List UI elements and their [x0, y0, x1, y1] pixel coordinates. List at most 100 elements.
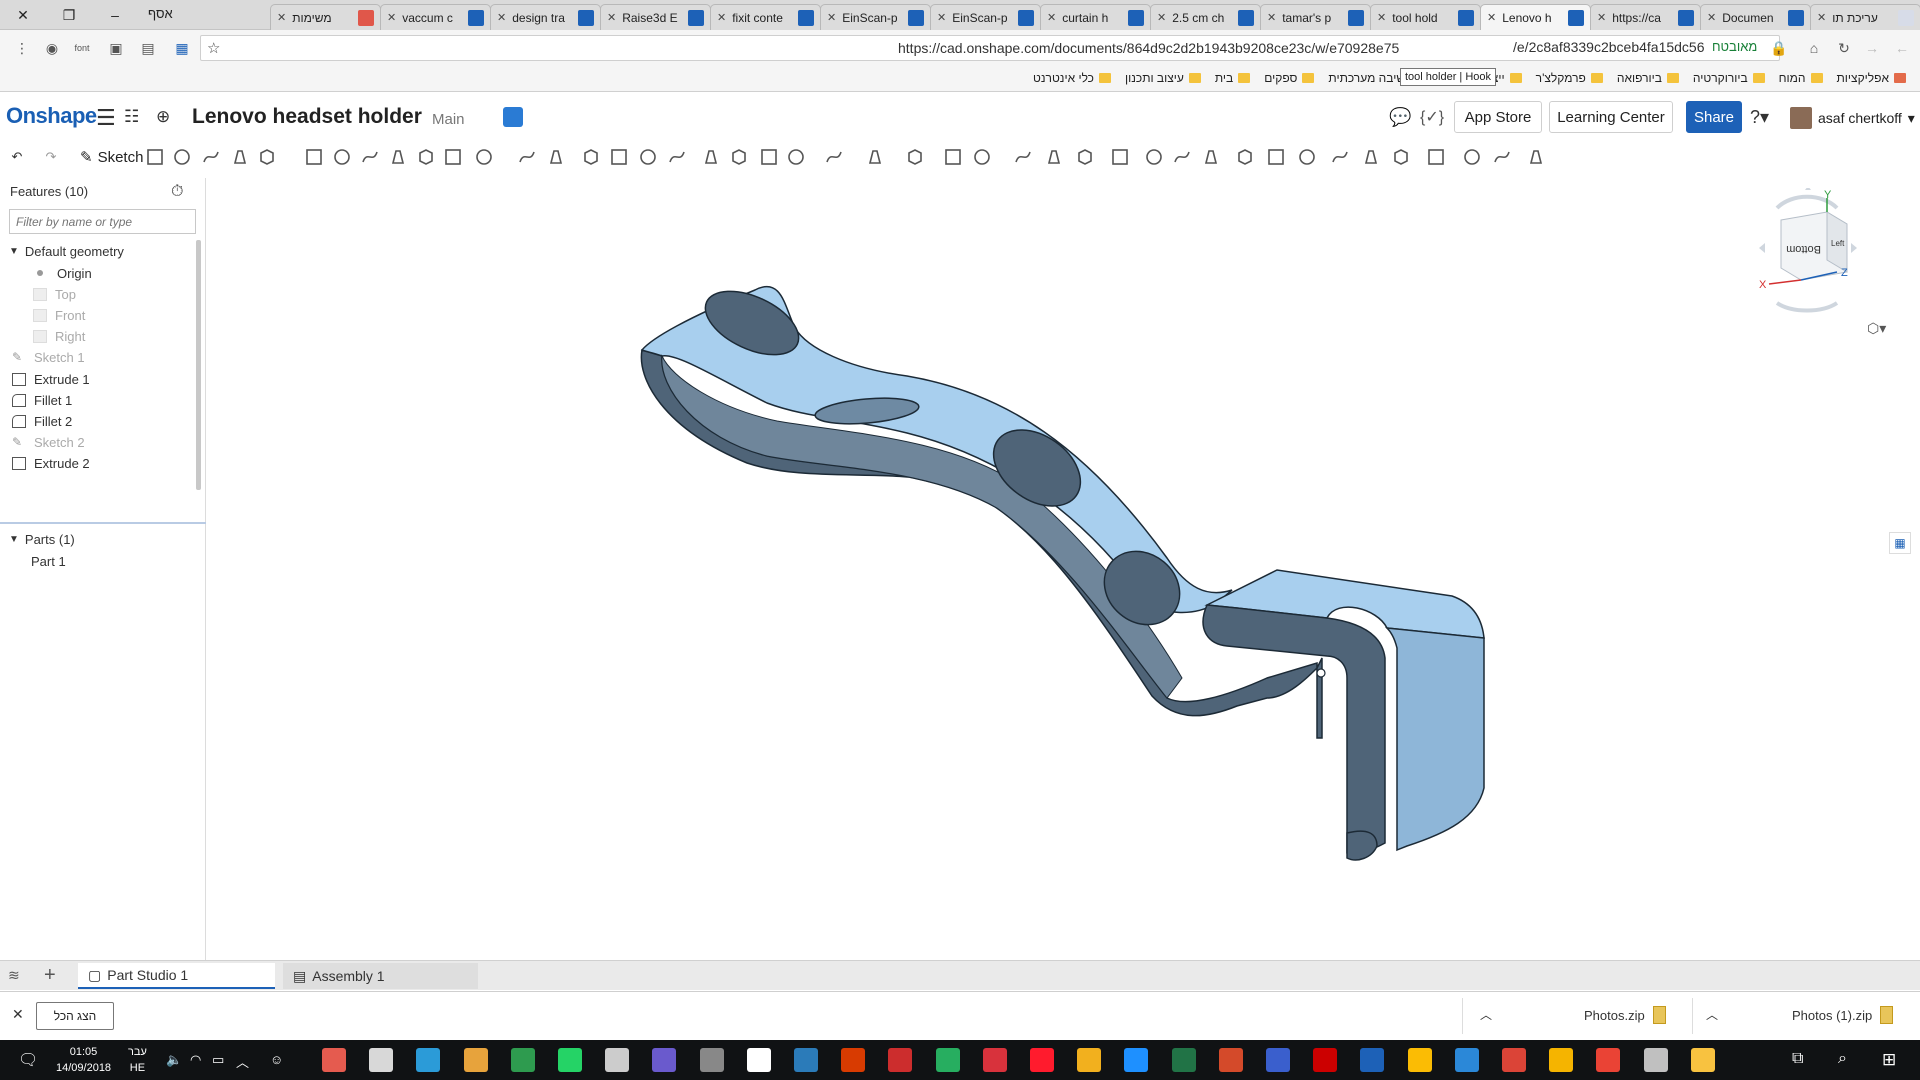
download-item[interactable]: Photos.zip [1584, 1006, 1666, 1024]
bookmark-item[interactable]: ביורוקרטיה [1693, 71, 1765, 85]
3d-model-hook[interactable] [207, 178, 1920, 960]
taskbar-app-icon[interactable] [463, 1048, 488, 1072]
tab-close-icon[interactable]: ✕ [827, 11, 836, 24]
taskbar-app-icon[interactable] [746, 1048, 771, 1072]
graphics-viewport[interactable]: Bottom Left X Y Z ⬡▾ ▦ [207, 178, 1920, 960]
toolbar-tool-icon[interactable] [415, 146, 437, 168]
toolbar-tool-icon[interactable] [1043, 146, 1065, 168]
toolbar-tool-icon[interactable] [387, 146, 409, 168]
panel-divider[interactable] [0, 522, 206, 524]
taskbar-app-icon[interactable] [1407, 1048, 1432, 1072]
taskbar-app-icon[interactable] [558, 1048, 582, 1072]
browser-tab[interactable]: ✕ vaccum c [380, 4, 491, 30]
taskbar-app-icon[interactable] [794, 1048, 818, 1072]
download-item[interactable]: Photos (1).zip [1792, 1006, 1894, 1024]
onshape-logo[interactable]: Onshape [6, 103, 97, 129]
feature-item[interactable]: Right [33, 326, 85, 348]
workspace-label[interactable]: Main [432, 111, 465, 128]
notifications-icon[interactable]: 🗨 [18, 1050, 38, 1070]
view-cube[interactable]: Bottom Left X Y Z [1747, 188, 1867, 318]
browser-tab[interactable]: ✕ עריכת תו [1810, 4, 1920, 30]
taskbar-app-icon[interactable] [841, 1048, 866, 1072]
toolbar-tool-icon[interactable] [1390, 146, 1412, 168]
home-icon[interactable]: ⌂ [1804, 38, 1824, 58]
app-store-button[interactable]: App Store [1454, 101, 1542, 133]
feature-item[interactable]: ✎ Sketch 1 [12, 347, 85, 369]
feature-item[interactable]: Fillet 1 [12, 389, 72, 411]
toolbar-tool-icon[interactable] [971, 146, 993, 168]
taskbar-app-icon[interactable] [1360, 1048, 1385, 1072]
appearance-panel-icon[interactable]: ▦ [1889, 532, 1911, 554]
tab-close-icon[interactable]: ✕ [937, 11, 946, 24]
view-options-cube-icon[interactable]: ⬡▾ [1867, 320, 1886, 337]
browser-tab[interactable]: ✕ משימות [270, 4, 381, 30]
rollback-timer-icon[interactable]: ⏱ [171, 183, 183, 201]
toolbar-tool-icon[interactable] [580, 146, 602, 168]
toolbar-tool-icon[interactable] [1012, 146, 1034, 168]
forward-icon[interactable]: → [1862, 38, 1882, 58]
taskbar-app-icon[interactable] [699, 1048, 724, 1072]
taskbar-app-icon[interactable] [1266, 1048, 1290, 1072]
browser-tab[interactable]: ✕ https://ca [1590, 4, 1701, 30]
calendar-extension-icon[interactable]: ▦ [172, 38, 192, 58]
taskbar-app-icon[interactable] [1690, 1048, 1715, 1072]
taskbar-app-icon[interactable] [1171, 1048, 1196, 1072]
tab-close-icon[interactable]: ✕ [1047, 11, 1056, 24]
bookmark-item[interactable]: ביורפואה [1617, 71, 1679, 85]
viewcube-face-label[interactable]: Bottom [1786, 243, 1821, 255]
toolbar-tool-icon[interactable] [144, 146, 166, 168]
redo-icon[interactable]: ↷ [40, 146, 62, 168]
toolbar-tool-icon[interactable] [1234, 146, 1256, 168]
taskbar-app-icon[interactable] [1124, 1048, 1149, 1072]
taskbar-app-icon[interactable] [1030, 1048, 1054, 1072]
taskbar-app-icon[interactable] [1313, 1048, 1338, 1072]
feature-item[interactable]: Top [33, 283, 76, 305]
tab-close-icon[interactable]: ✕ [1817, 11, 1826, 24]
taskbar-app-icon[interactable] [605, 1048, 630, 1072]
tab-close-icon[interactable]: ✕ [277, 11, 286, 24]
minimize-window-icon[interactable]: – [92, 0, 138, 30]
taskbar-app-icon[interactable] [510, 1048, 535, 1072]
toolbar-tool-icon[interactable] [1171, 146, 1193, 168]
browser-tab[interactable]: ✕ Documen [1700, 4, 1811, 30]
toolbar-tool-icon[interactable] [904, 146, 926, 168]
toolbar-tool-icon[interactable] [1491, 146, 1513, 168]
language-indicator[interactable]: עבר HE [128, 1044, 147, 1076]
default-geometry-group[interactable]: ▼ Default geometry [9, 240, 124, 262]
toolbar-tool-icon[interactable] [758, 146, 780, 168]
lock-icon[interactable]: 🔒 [1769, 38, 1789, 58]
bookmark-item[interactable]: המוח [1779, 71, 1823, 85]
browser-tab[interactable]: ✕ design tra [490, 4, 601, 30]
feature-item[interactable]: Extrude 2 [12, 453, 90, 475]
taskbar-app-icon[interactable] [1549, 1048, 1574, 1072]
taskbar-app-icon[interactable] [1077, 1048, 1102, 1072]
taskbar-app-icon[interactable] [1643, 1048, 1668, 1072]
toolbar-tool-icon[interactable] [1296, 146, 1318, 168]
toolbar-tool-icon[interactable] [473, 146, 495, 168]
user-menu[interactable]: asaf chertkoff ▾ [1790, 107, 1915, 129]
toolbar-tool-icon[interactable] [785, 146, 807, 168]
taskbar-app-icon[interactable] [652, 1048, 677, 1072]
variables-icon[interactable]: {✓} [1420, 107, 1444, 127]
profile-name[interactable]: אסף [148, 6, 173, 21]
show-hidden-icons-chevron-icon[interactable]: ︿ [236, 1052, 249, 1071]
document-title[interactable]: Lenovo headset holder [192, 105, 422, 129]
browser-tab[interactable]: ✕ Raise3d E [600, 4, 711, 30]
bookmark-item[interactable]: ספקים [1264, 71, 1315, 85]
tab-close-icon[interactable]: ✕ [717, 11, 726, 24]
reload-icon[interactable]: ↻ [1834, 38, 1854, 58]
tab-assembly[interactable]: ▤ Assembly 1 [283, 963, 478, 989]
extension-dark-icon[interactable]: ▣ [106, 38, 126, 58]
taskbar-app-icon[interactable] [935, 1048, 960, 1072]
toolbar-tool-icon[interactable] [1329, 146, 1351, 168]
taskbar-app-icon[interactable] [322, 1048, 346, 1072]
tab-close-icon[interactable]: ✕ [607, 11, 616, 24]
taskbar-app-icon[interactable] [416, 1048, 441, 1072]
tab-close-icon[interactable]: ✕ [387, 11, 396, 24]
extension-icon[interactable]: ◉ [42, 38, 62, 58]
taskbar-app-icon[interactable] [982, 1048, 1007, 1072]
toolbar-tool-icon[interactable] [442, 146, 464, 168]
version-graph-icon[interactable] [503, 107, 523, 127]
pdf-extension-icon[interactable]: ▤ [138, 38, 158, 58]
panel-scrollbar[interactable] [196, 240, 201, 490]
